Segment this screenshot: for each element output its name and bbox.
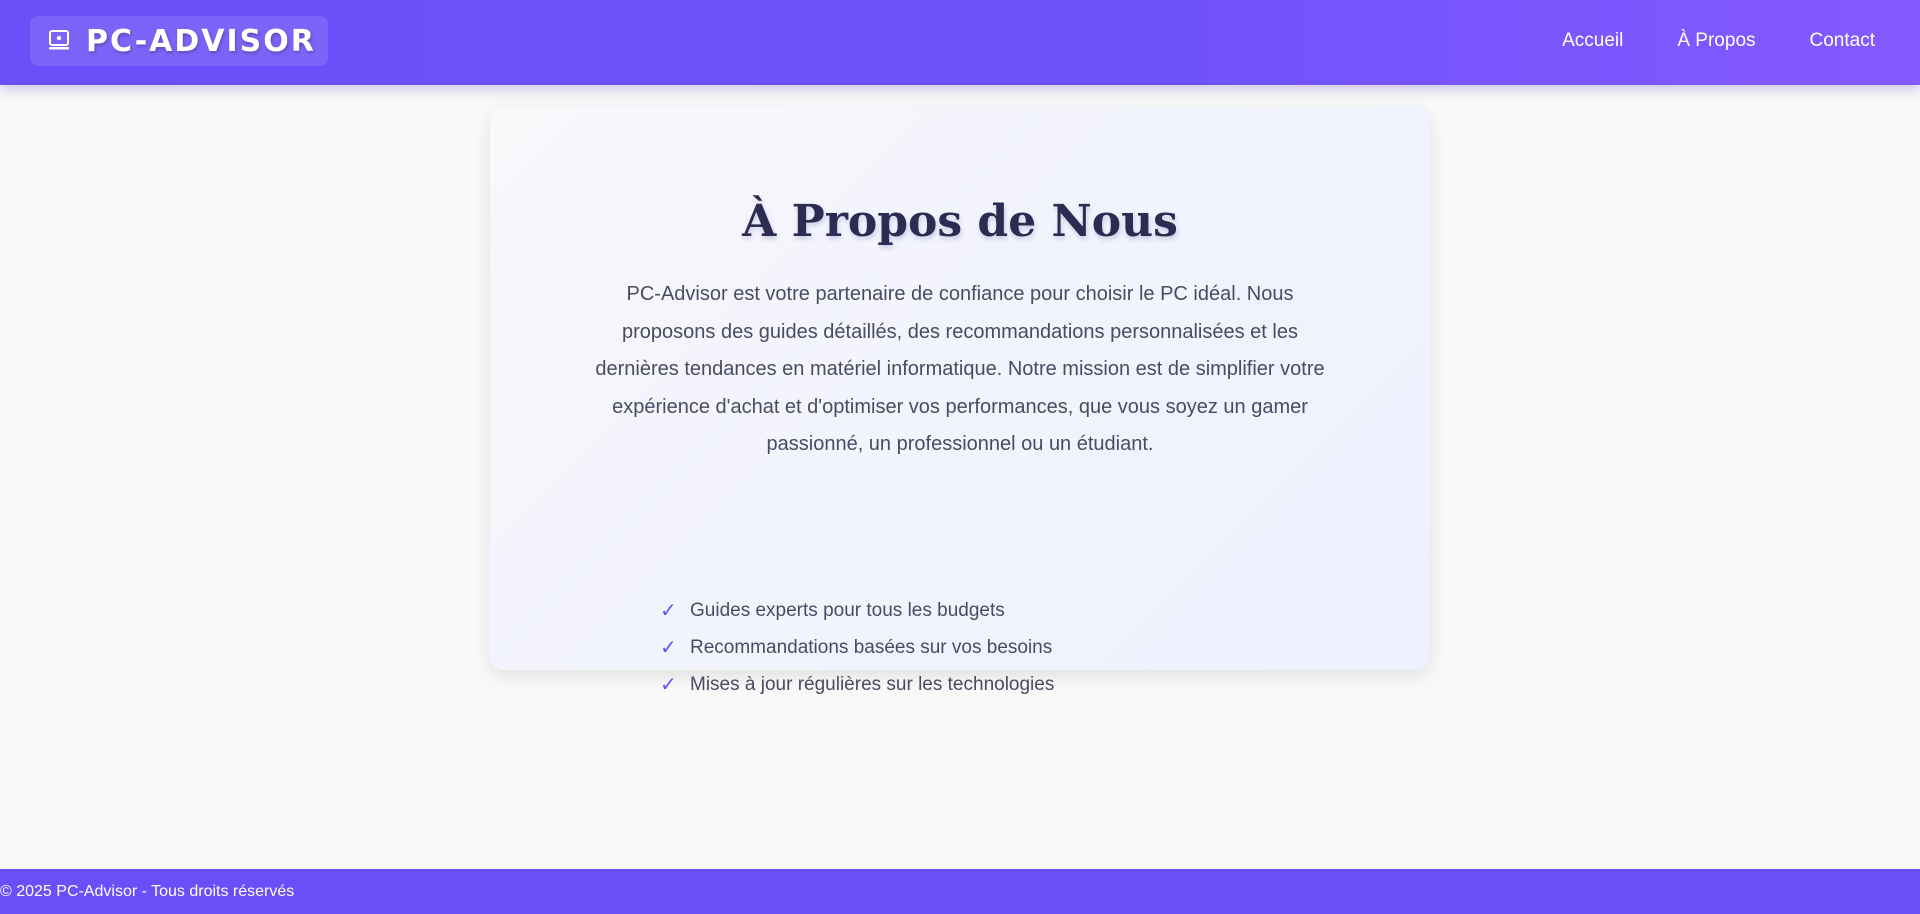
about-title: À Propos de Nous <box>742 196 1178 247</box>
feature-item: ✓ Guides experts pour tous les budgets <box>660 592 1054 629</box>
brand-name: PC-ADVISOR <box>86 23 316 59</box>
site-footer: © 2025 PC-Advisor - Tous droits réservés <box>0 869 1920 914</box>
copyright-text: © 2025 PC-Advisor - Tous droits réservés <box>0 882 295 900</box>
about-description: PC-Advisor est votre partenaire de confi… <box>595 283 1325 455</box>
laptop-icon <box>46 28 72 54</box>
check-icon: ✓ <box>660 600 677 622</box>
feature-text: Guides experts pour tous les budgets <box>690 599 1005 621</box>
feature-item: ✓ Recommandations basées sur vos besoins <box>660 629 1054 666</box>
feature-text: Mises à jour régulières sur les technolo… <box>690 673 1055 695</box>
nav-link-contact[interactable]: Contact <box>1810 30 1875 52</box>
check-icon: ✓ <box>660 637 677 659</box>
about-card: À Propos de Nous PC-Advisor est votre pa… <box>490 106 1430 696</box>
nav-link-a-propos[interactable]: À Propos <box>1677 30 1755 52</box>
feature-text: Recommandations basées sur vos besoins <box>690 636 1053 658</box>
main-nav: Accueil À Propos Contact <box>1508 0 1875 82</box>
feature-item: ✓ Mises à jour régulières sur les techno… <box>660 666 1054 703</box>
check-icon: ✓ <box>660 674 677 696</box>
site-header: PC-ADVISOR Accueil À Propos Contact <box>0 0 1920 85</box>
brand-logo[interactable]: PC-ADVISOR <box>30 16 328 66</box>
nav-link-accueil[interactable]: Accueil <box>1562 30 1623 52</box>
feature-list: ✓ Guides experts pour tous les budgets ✓… <box>660 592 1054 703</box>
